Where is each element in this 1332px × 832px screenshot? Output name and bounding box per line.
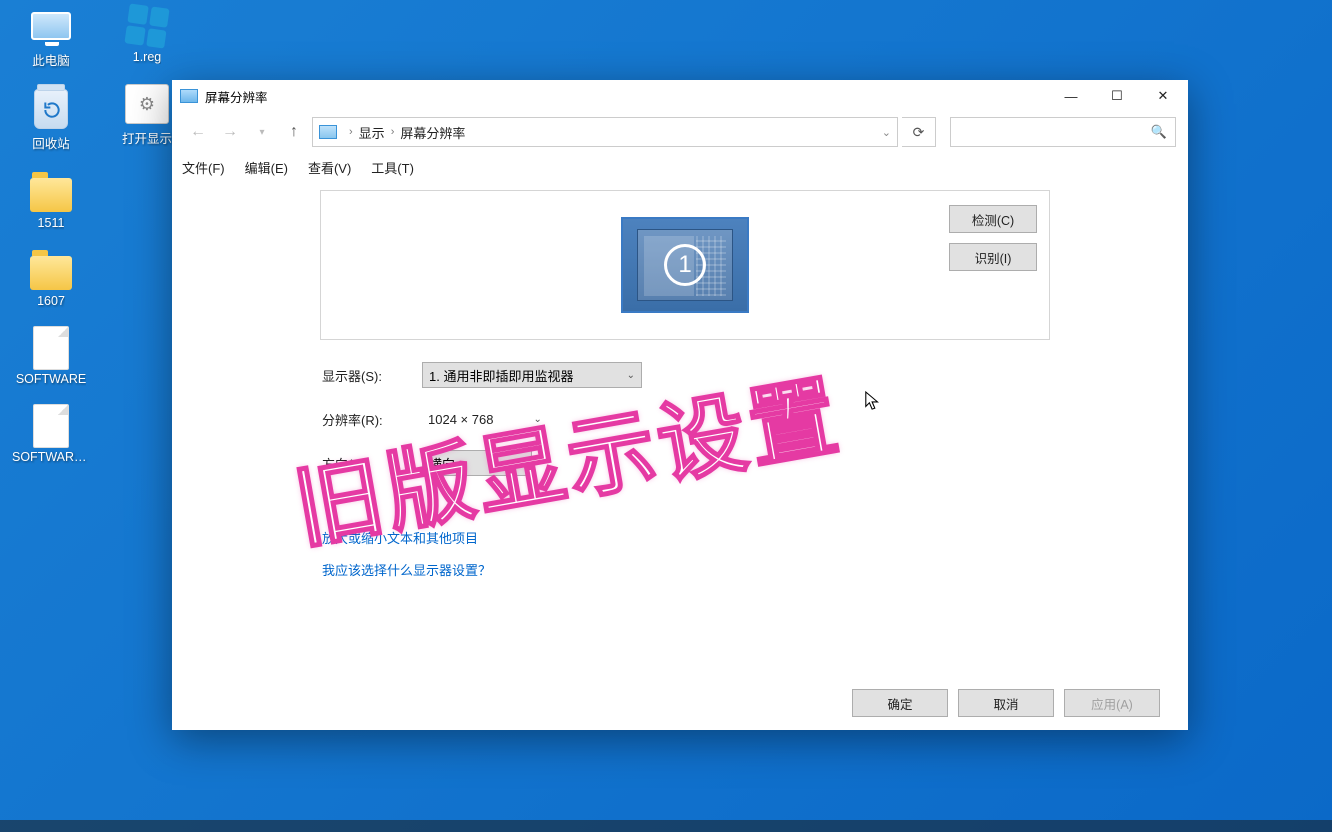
label-orientation: 方向(O):: [322, 454, 402, 473]
ok-button[interactable]: 确定: [852, 689, 948, 717]
chevron-down-icon: ⌄: [517, 458, 525, 469]
chevron-down-icon: ⌄: [627, 370, 635, 381]
chevron-right-icon: ›: [391, 126, 395, 138]
select-resolution[interactable]: 1024 × 768 ⌄: [422, 406, 548, 432]
window-title: 屏幕分辨率: [205, 87, 268, 106]
row-resolution: 分辨率(R): 1024 × 768 ⌄: [322, 406, 1180, 432]
link-text-size[interactable]: 放大或缩小文本和其他项目: [322, 531, 478, 546]
label: 回收站: [32, 133, 70, 152]
label-resolution: 分辨率(R):: [322, 410, 402, 429]
icon-reg[interactable]: 1.reg: [110, 4, 184, 64]
history-dropdown[interactable]: ▾: [248, 118, 276, 146]
menubar: 文件(F) 编辑(E) 查看(V) 工具(T): [172, 152, 1188, 182]
icon-folder-1607[interactable]: 1607: [14, 248, 88, 308]
minimize-button[interactable]: —: [1048, 81, 1094, 111]
menu-file[interactable]: 文件(F): [182, 158, 225, 177]
content: 1 检测(C) 识别(I) 显示器(S): 1. 通用非即插即用监视器 ⌄ 分辨…: [172, 182, 1188, 730]
gear-icon: ⚙: [125, 84, 169, 124]
identify-button[interactable]: 识别(I): [949, 243, 1037, 271]
link-row-2: 我应该选择什么显示器设置？: [322, 560, 1180, 580]
label-display: 显示器(S):: [322, 366, 402, 385]
recycle-icon: [34, 89, 68, 129]
select-orientation[interactable]: 横向 ⌄: [422, 450, 532, 476]
row-display: 显示器(S): 1. 通用非即插即用监视器 ⌄: [322, 362, 1180, 388]
select-resolution-value: 1024 × 768: [428, 412, 493, 427]
titlebar[interactable]: 屏幕分辨率 — ☐ ✕: [172, 80, 1188, 112]
registry-icon: [124, 3, 169, 48]
crumb-display[interactable]: 显示: [359, 123, 385, 142]
chevron-right-icon: ›: [349, 126, 353, 138]
folder-icon: [30, 256, 72, 290]
label: 1607: [37, 294, 65, 308]
icon-folder-1511[interactable]: 1511: [14, 170, 88, 230]
search-input[interactable]: [959, 125, 1151, 140]
icon-recycle-bin[interactable]: 回收站: [14, 87, 88, 152]
detect-button[interactable]: 检测(C): [949, 205, 1037, 233]
row-orientation: 方向(O): 横向 ⌄: [322, 450, 1180, 476]
menu-view[interactable]: 查看(V): [308, 158, 351, 177]
icon-file-software2[interactable]: SOFTWARE...: [14, 404, 88, 464]
select-orientation-value: 横向: [429, 454, 455, 473]
search-icon: 🔍: [1151, 124, 1167, 140]
forward-button: →: [216, 118, 244, 146]
file-icon: [33, 404, 69, 448]
refresh-button[interactable]: ⟳: [902, 117, 936, 147]
select-display[interactable]: 1. 通用非即插即用监视器 ⌄: [422, 362, 642, 388]
bottom-buttons: 确定 取消 应用(A): [180, 676, 1180, 730]
close-button[interactable]: ✕: [1140, 81, 1186, 111]
search-box[interactable]: 🔍: [950, 117, 1176, 147]
display-preview-box: 1 检测(C) 识别(I): [320, 190, 1050, 340]
nav-row: ← → ▾ ↑ › 显示 › 屏幕分辨率 ⌄ ⟳ 🔍: [172, 112, 1188, 152]
label: 打开显示: [122, 128, 172, 147]
link-row-1: 放大或缩小文本和其他项目: [322, 528, 1180, 548]
link-which-settings[interactable]: 我应该选择什么显示器设置？: [322, 563, 491, 578]
select-display-value: 1. 通用非即插即用监视器: [429, 366, 573, 385]
window-icon: [180, 89, 198, 103]
label: 1511: [38, 216, 65, 230]
folder-icon: [30, 178, 72, 212]
menu-edit[interactable]: 编辑(E): [245, 158, 288, 177]
label: SOFTWARE...: [12, 450, 90, 464]
display-icon: [319, 125, 337, 139]
monitor-icon: [31, 12, 71, 40]
chevron-down-icon: ⌄: [533, 414, 541, 425]
label: 此电脑: [32, 50, 70, 69]
icon-file-software[interactable]: SOFTWARE: [14, 326, 88, 386]
cancel-button[interactable]: 取消: [958, 689, 1054, 717]
menu-tools[interactable]: 工具(T): [371, 158, 414, 177]
crumb-dropdown-icon[interactable]: ⌄: [882, 126, 891, 139]
icon-this-pc[interactable]: 此电脑: [14, 4, 88, 69]
file-icon: [33, 326, 69, 370]
crumb-resolution[interactable]: 屏幕分辨率: [400, 123, 465, 142]
back-button[interactable]: ←: [184, 118, 212, 146]
label: 1.reg: [133, 50, 162, 64]
label: SOFTWARE: [16, 372, 86, 386]
apply-button[interactable]: 应用(A): [1064, 689, 1160, 717]
up-button[interactable]: ↑: [280, 118, 308, 146]
taskbar[interactable]: [0, 820, 1332, 832]
monitor-number: 1: [664, 244, 706, 286]
window-screen-resolution: 屏幕分辨率 — ☐ ✕ ← → ▾ ↑ › 显示 › 屏幕分辨率 ⌄ ⟳ 🔍 文…: [172, 80, 1188, 730]
maximize-button[interactable]: ☐: [1094, 81, 1140, 111]
breadcrumb[interactable]: › 显示 › 屏幕分辨率 ⌄: [312, 117, 898, 147]
monitor-preview[interactable]: 1: [621, 217, 749, 313]
